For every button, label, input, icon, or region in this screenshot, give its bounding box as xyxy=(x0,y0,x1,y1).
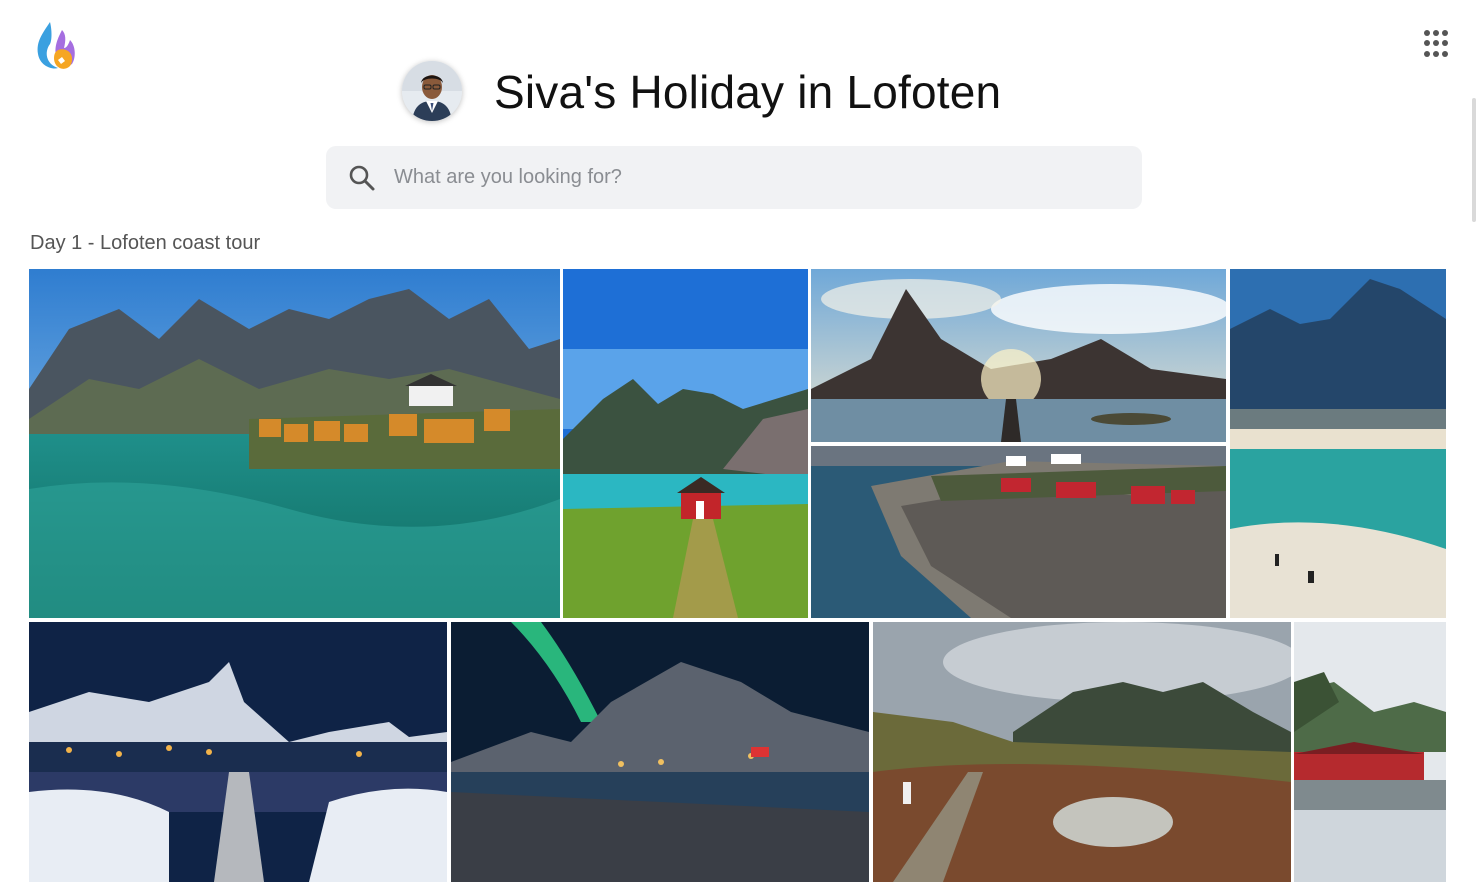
photo-boardwalk-trail[interactable] xyxy=(873,622,1291,882)
app-logo-icon[interactable] xyxy=(32,20,78,72)
album-title: Siva's Holiday in Lofoten xyxy=(494,66,1002,118)
photo-fishing-village[interactable] xyxy=(29,269,560,618)
photo-red-cabins-coast[interactable] xyxy=(811,446,1226,618)
search-input[interactable] xyxy=(392,165,1096,190)
photo-red-cabin[interactable] xyxy=(563,269,808,618)
scrollbar[interactable] xyxy=(1472,98,1476,222)
search-icon xyxy=(349,165,375,190)
search-bar[interactable] xyxy=(326,146,1142,209)
photo-snowy-village-night[interactable] xyxy=(29,622,447,882)
photo-turquoise-beach[interactable] xyxy=(1230,269,1446,618)
user-avatar[interactable] xyxy=(402,61,462,121)
grid-dots-icon[interactable] xyxy=(1424,30,1452,58)
photo-northern-lights[interactable] xyxy=(451,622,869,882)
photo-red-house-harbor[interactable] xyxy=(1294,622,1446,882)
photo-sunlit-peak[interactable] xyxy=(811,269,1226,442)
section-title: Day 1 - Lofoten coast tour xyxy=(30,232,261,254)
